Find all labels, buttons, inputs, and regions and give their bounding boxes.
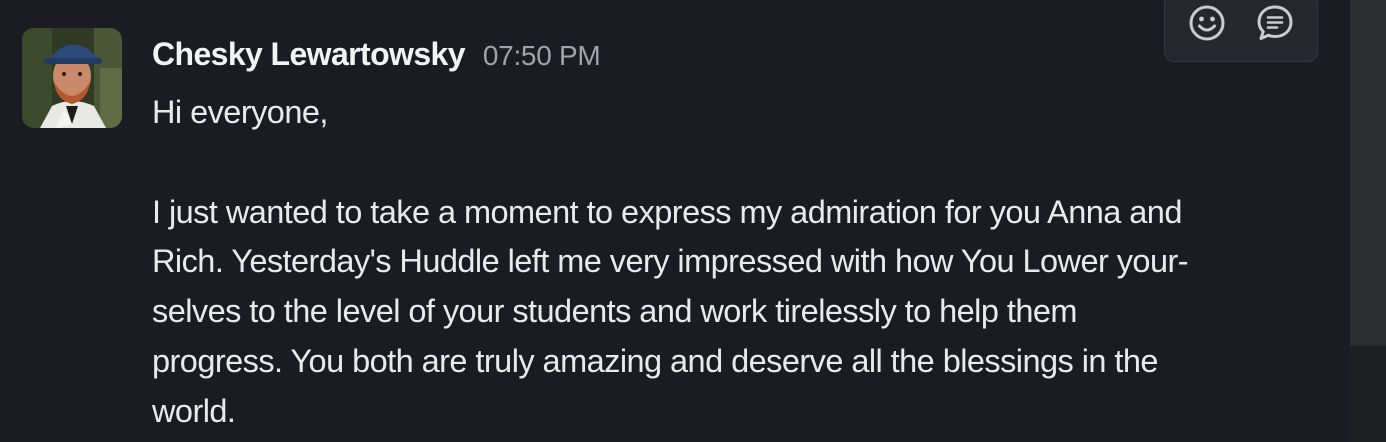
reply-in-thread-button[interactable] [1250,0,1300,49]
avatar-image [22,28,122,128]
chat-view: Chesky Lewartowsky 07:50 PM Hi everyone,… [0,0,1386,442]
add-reaction-button[interactable] [1182,0,1232,49]
message-text: Hi everyone, I just wanted to take a mom… [152,94,1189,429]
chat-message[interactable]: Chesky Lewartowsky 07:50 PM Hi everyone,… [0,0,1350,442]
smiley-icon [1189,5,1225,41]
message-actions-toolbar [1164,0,1318,62]
message-header: Chesky Lewartowsky 07:50 PM [152,36,601,80]
side-panel-lower [1350,346,1386,442]
speech-bubble-icon [1257,5,1293,40]
avatar[interactable] [22,28,122,128]
message-timestamp[interactable]: 07:50 PM [483,40,601,72]
author-name[interactable]: Chesky Lewartowsky [152,36,466,73]
